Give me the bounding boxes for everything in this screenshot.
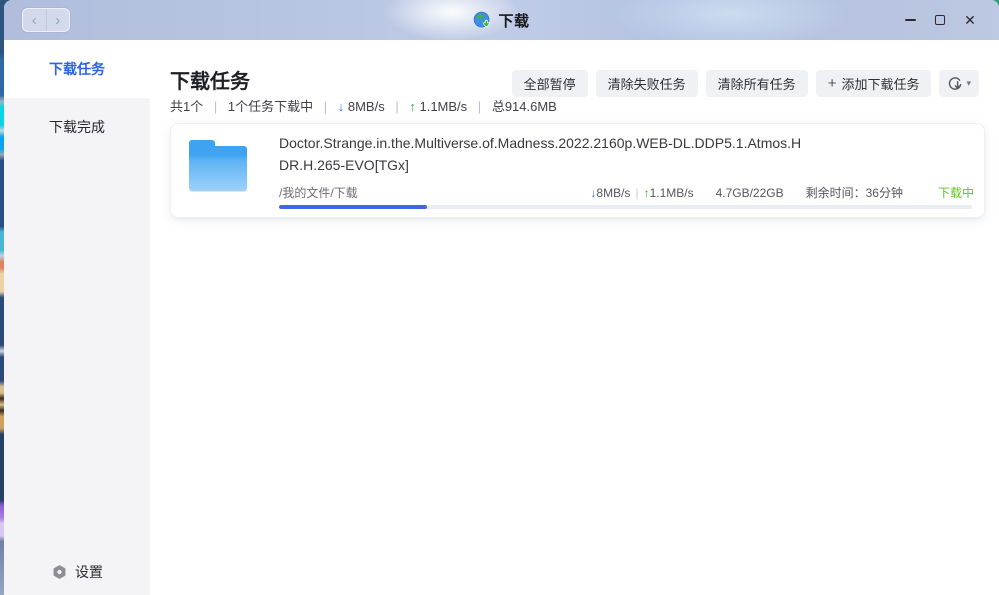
- maximize-icon: [935, 15, 945, 25]
- summary-down-speed: 8MB/s: [348, 99, 385, 114]
- maximize-button[interactable]: [925, 0, 955, 40]
- chevron-down-icon: ▾: [966, 78, 971, 89]
- close-button[interactable]: ✕: [955, 0, 985, 40]
- clear-failed-button[interactable]: 清除失败任务: [596, 70, 698, 97]
- task-filename: Doctor.Strange.in.the.Multiverse.of.Madn…: [279, 132, 801, 176]
- task-status-badge: 下载中: [938, 184, 974, 201]
- toolbar: 全部暂停 清除失败任务 清除所有任务 + 添加下载任务 ▾: [512, 70, 979, 97]
- close-icon: ✕: [964, 13, 976, 27]
- titlebar[interactable]: ‹ › 下载 ✕: [4, 0, 999, 40]
- summary-line: 共1个 | 1个任务下载中 | ↓ 8MB/s | ↑ 1.1MB/s | 总9…: [170, 98, 999, 116]
- minimize-button[interactable]: [895, 0, 925, 40]
- task-speeds: ↓8MB/s|↑1.1MB/s: [590, 186, 693, 200]
- clear-all-button[interactable]: 清除所有任务: [706, 70, 808, 97]
- summary-active-tasks: 1个任务下载中: [228, 99, 313, 114]
- sidebar-item-download-complete[interactable]: 下载完成: [4, 98, 150, 156]
- progress-fill: [279, 205, 427, 209]
- task-size: 4.7GB/22GB: [716, 186, 784, 200]
- gear-icon: [51, 564, 68, 581]
- summary-count: 共1个: [170, 99, 203, 114]
- sort-order-button[interactable]: ▾: [939, 70, 979, 97]
- download-globe-icon: [473, 11, 491, 29]
- pause-all-button[interactable]: 全部暂停: [512, 70, 588, 97]
- forward-button[interactable]: ›: [46, 9, 70, 31]
- main-panel: 下载任务 共1个 | 1个任务下载中 | ↓ 8MB/s | ↑ 1.1MB/s…: [150, 40, 999, 595]
- task-detail-row: /我的文件/下载 ↓8MB/s|↑1.1MB/s 4.7GB/22GB 剩余时间…: [279, 184, 974, 201]
- chevron-left-icon: ‹: [32, 13, 37, 28]
- sort-by-time-icon: [947, 76, 963, 92]
- window-title-area: 下载: [4, 0, 999, 40]
- upload-arrow-icon: ↑: [409, 99, 416, 114]
- download-manager-window: ‹ › 下载 ✕ 下载任务: [4, 0, 999, 595]
- folder-icon: [189, 140, 247, 192]
- sidebar-item-label: 下载完成: [49, 117, 105, 137]
- progress-bar: [279, 205, 972, 209]
- download-task-card[interactable]: Doctor.Strange.in.the.Multiverse.of.Madn…: [170, 123, 985, 218]
- content-area: 下载任务 下载完成 设置 下载任务 共1个 | 1个任务下载中: [4, 40, 999, 595]
- task-remaining-time: 剩余时间：36分钟: [806, 184, 903, 201]
- summary-total-size: 总914.6MB: [492, 99, 557, 114]
- nav-button-group: ‹ ›: [22, 8, 70, 32]
- task-path: /我的文件/下载: [279, 184, 590, 201]
- chevron-right-icon: ›: [55, 13, 60, 28]
- add-task-button[interactable]: + 添加下载任务: [816, 70, 932, 97]
- back-button[interactable]: ‹: [23, 9, 46, 31]
- window-controls: ✕: [895, 0, 985, 40]
- sidebar-item-download-tasks[interactable]: 下载任务: [4, 40, 150, 98]
- download-arrow-icon: ↓: [338, 99, 345, 114]
- window-title: 下载: [498, 10, 529, 31]
- sidebar-item-label: 下载任务: [49, 59, 105, 79]
- sidebar: 下载任务 下载完成 设置: [4, 40, 150, 595]
- summary-up-speed: 1.1MB/s: [419, 99, 467, 114]
- sidebar-settings[interactable]: 设置: [4, 562, 150, 582]
- minimize-icon: [905, 19, 916, 21]
- settings-label: 设置: [75, 562, 103, 582]
- plus-icon: +: [828, 76, 837, 91]
